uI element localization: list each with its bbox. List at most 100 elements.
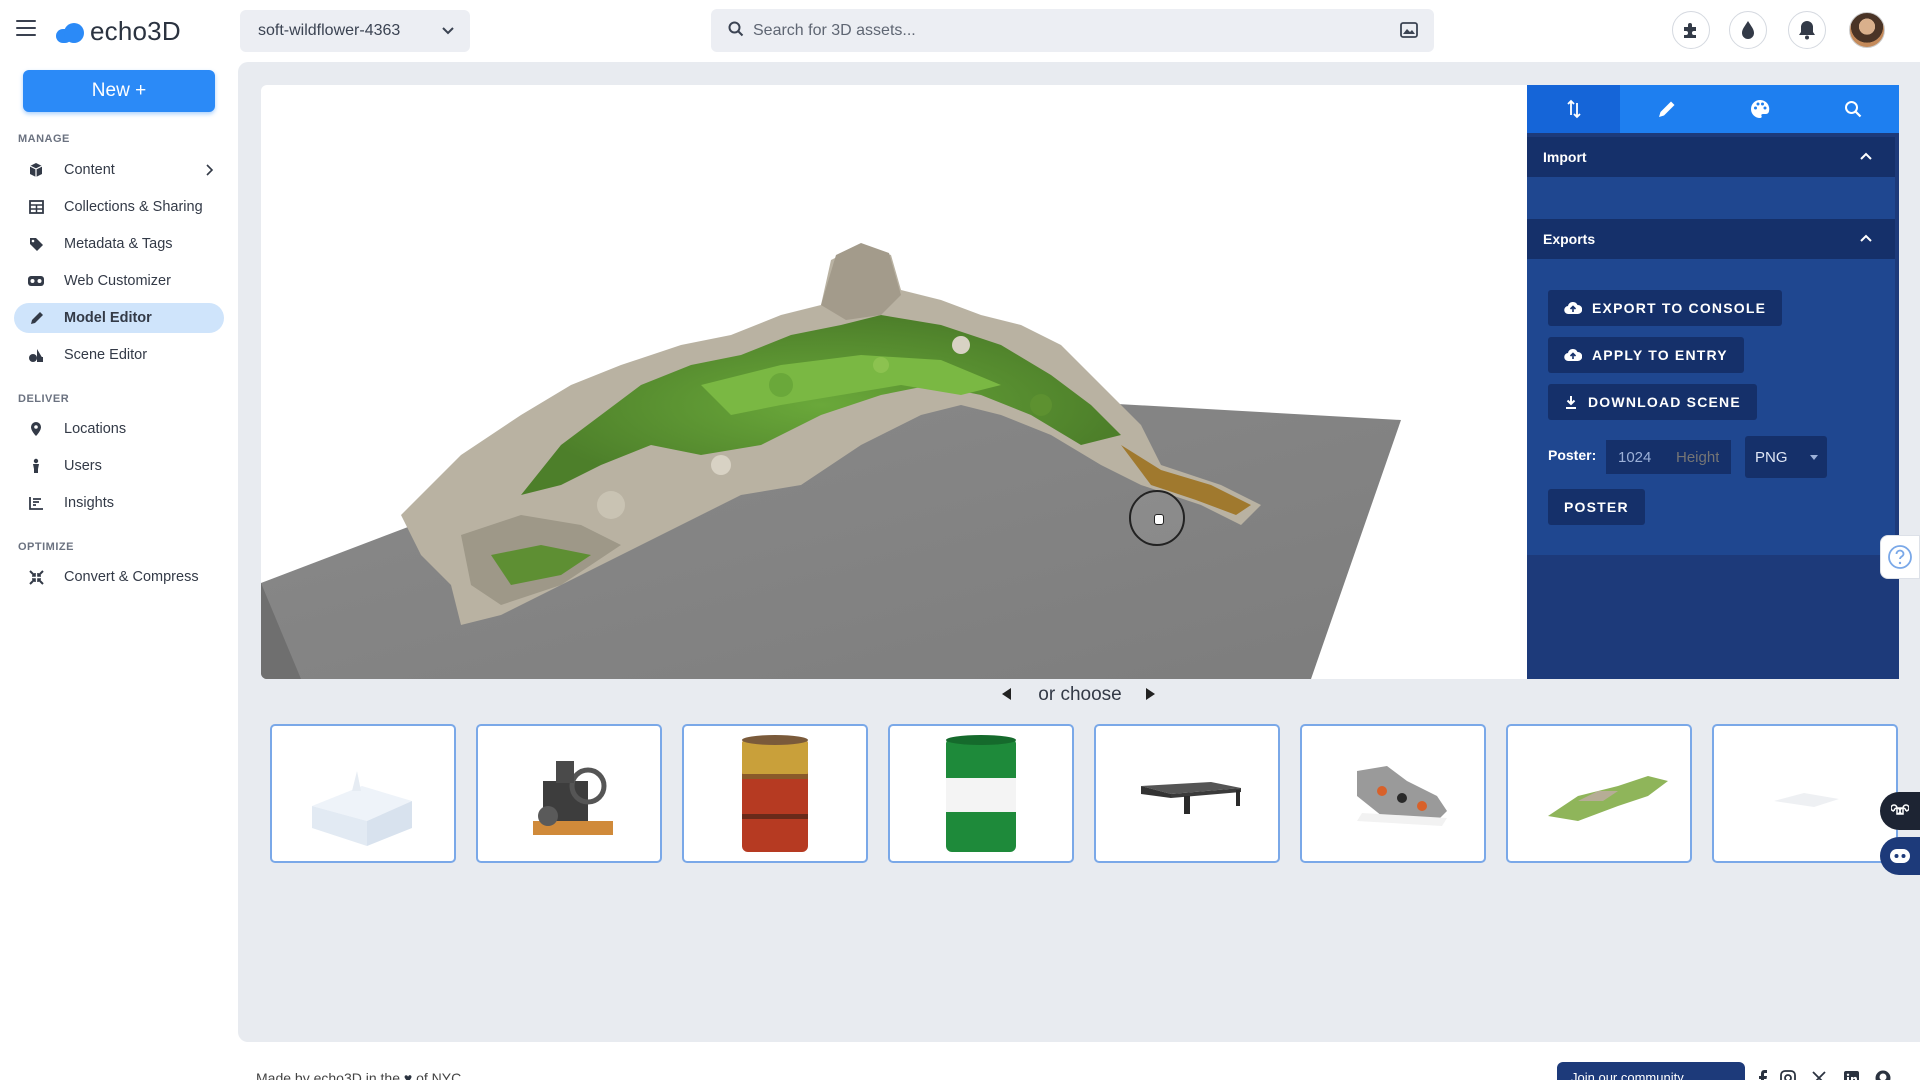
help-icon[interactable] [1880,535,1920,579]
chart-icon [26,496,46,510]
project-select[interactable]: soft-wildflower-4363 [240,10,470,52]
chevron-up-icon [1860,152,1872,160]
green-barrel-thumbnail [946,735,1016,852]
palette-icon [1750,99,1769,118]
compress-icon [26,569,46,585]
carousel-label: or choose [1038,684,1122,705]
poster-label: Poster: [1548,447,1597,463]
download-scene-label: DOWNLOAD SCENE [1588,394,1741,410]
facebook-icon[interactable] [1755,1070,1771,1080]
poster-button[interactable]: POSTER [1548,489,1645,525]
sidebar-item-metadata[interactable]: Metadata & Tags [14,229,224,259]
poster-width-input[interactable] [1606,440,1664,474]
tab-materials[interactable] [1713,85,1806,133]
grab-cursor-icon [1129,490,1185,546]
sidebar-item-model-editor[interactable]: Model Editor [14,303,224,333]
cube-icon [26,162,46,178]
x-icon[interactable] [1811,1070,1827,1080]
github-icon[interactable] [1875,1070,1891,1080]
tab-edit[interactable] [1620,85,1713,133]
join-community-button[interactable]: Join our community [1557,1062,1745,1080]
footer-credit: Made by echo3D in the ♥ of NYC [256,1070,461,1080]
section-deliver: DELIVER [18,393,70,405]
poster-button-label: POSTER [1564,499,1629,515]
echo3d-logo-icon [56,21,86,43]
instagram-icon[interactable] [1780,1070,1796,1080]
download-scene-button[interactable]: DOWNLOAD SCENE [1548,384,1757,420]
poster-height-input[interactable] [1664,440,1731,474]
shortcuts-icon[interactable] [1880,792,1920,830]
search-input[interactable] [753,9,1373,52]
cloud-upload-icon [1564,348,1582,362]
section-optimize: OPTIMIZE [18,541,74,553]
search-bar [711,9,1434,52]
carousel-item[interactable] [682,724,868,863]
section-manage: MANAGE [18,133,70,145]
sidebar-item-label: Locations [64,421,127,437]
carousel-item[interactable] [476,724,662,863]
logo[interactable]: echo3D [56,16,181,47]
sidebar-item-scene-editor[interactable]: Scene Editor [14,340,224,370]
pin-icon [26,421,46,437]
bell-icon[interactable] [1788,11,1826,49]
pencil-icon [1658,101,1674,117]
faint-model-thumbnail [1774,793,1839,807]
user-icon [26,458,46,474]
import-label: Import [1543,149,1587,165]
snow-scene-thumbnail [312,771,412,846]
menu-icon[interactable] [16,20,36,40]
chevron-up-icon [1860,234,1872,242]
editor-tabs [1527,85,1899,133]
footer-prefix: Made by echo3D in the [256,1070,400,1080]
avatar[interactable] [1849,12,1885,48]
cloud-upload-icon [1564,301,1582,315]
search-icon [728,21,744,37]
sidebar-item-content[interactable]: Content [14,155,224,185]
import-accordion[interactable]: Import [1527,137,1895,177]
poster-format-select[interactable]: PNG [1745,436,1827,478]
sidebar-item-convert[interactable]: Convert & Compress [14,562,224,592]
vr-glasses-icon [26,275,46,287]
exports-accordion[interactable]: Exports [1527,219,1895,259]
carousel-item[interactable] [1506,724,1692,863]
sidebar-item-locations[interactable]: Locations [14,414,224,444]
carousel-item[interactable] [1300,724,1486,863]
tab-transform[interactable] [1527,85,1620,133]
logo-text: echo3D [90,16,181,46]
apply-to-entry-button[interactable]: APPLY TO ENTRY [1548,337,1744,373]
sidebar-item-label: Model Editor [64,310,152,326]
download-icon [1564,395,1578,409]
sidebar-item-insights[interactable]: Insights [14,488,224,518]
sidebar: New + MANAGE Content Collections & Shari… [0,62,238,1080]
model-viewport[interactable] [261,85,1527,679]
image-search-icon[interactable] [1400,22,1418,38]
sidebar-item-web-customizer[interactable]: Web Customizer [14,266,224,296]
puzzle-icon[interactable] [1672,11,1710,49]
shapes-icon [26,348,46,363]
search-icon [1844,101,1861,118]
carousel-item[interactable] [270,724,456,863]
export-to-console-label: EXPORT TO CONSOLE [1592,300,1767,316]
caret-down-icon [1810,455,1818,460]
terrain-model-render [261,243,1401,679]
sidebar-item-users[interactable]: Users [14,451,224,481]
carousel-item[interactable] [1712,724,1898,863]
carousel-next-icon[interactable] [1146,688,1155,700]
drop-icon[interactable] [1729,11,1767,49]
chatbot-icon[interactable] [1880,837,1920,875]
export-to-console-button[interactable]: EXPORT TO CONSOLE [1548,290,1783,326]
sidebar-item-label: Users [64,458,102,474]
heart-icon: ♥ [403,1070,413,1080]
sidebar-item-label: Web Customizer [64,273,171,289]
carousel-item[interactable] [888,724,1074,863]
rusty-barrel-thumbnail [742,735,808,852]
new-button[interactable]: New + [23,70,215,112]
table-thumbnail [1141,782,1241,814]
tab-search[interactable] [1806,85,1899,133]
project-name: soft-wildflower-4363 [258,22,401,39]
sidebar-item-collections[interactable]: Collections & Sharing [14,192,224,222]
chevron-right-icon [206,164,214,176]
sidebar-item-label: Content [64,162,115,178]
linkedin-icon[interactable] [1843,1070,1859,1080]
carousel-item[interactable] [1094,724,1280,863]
